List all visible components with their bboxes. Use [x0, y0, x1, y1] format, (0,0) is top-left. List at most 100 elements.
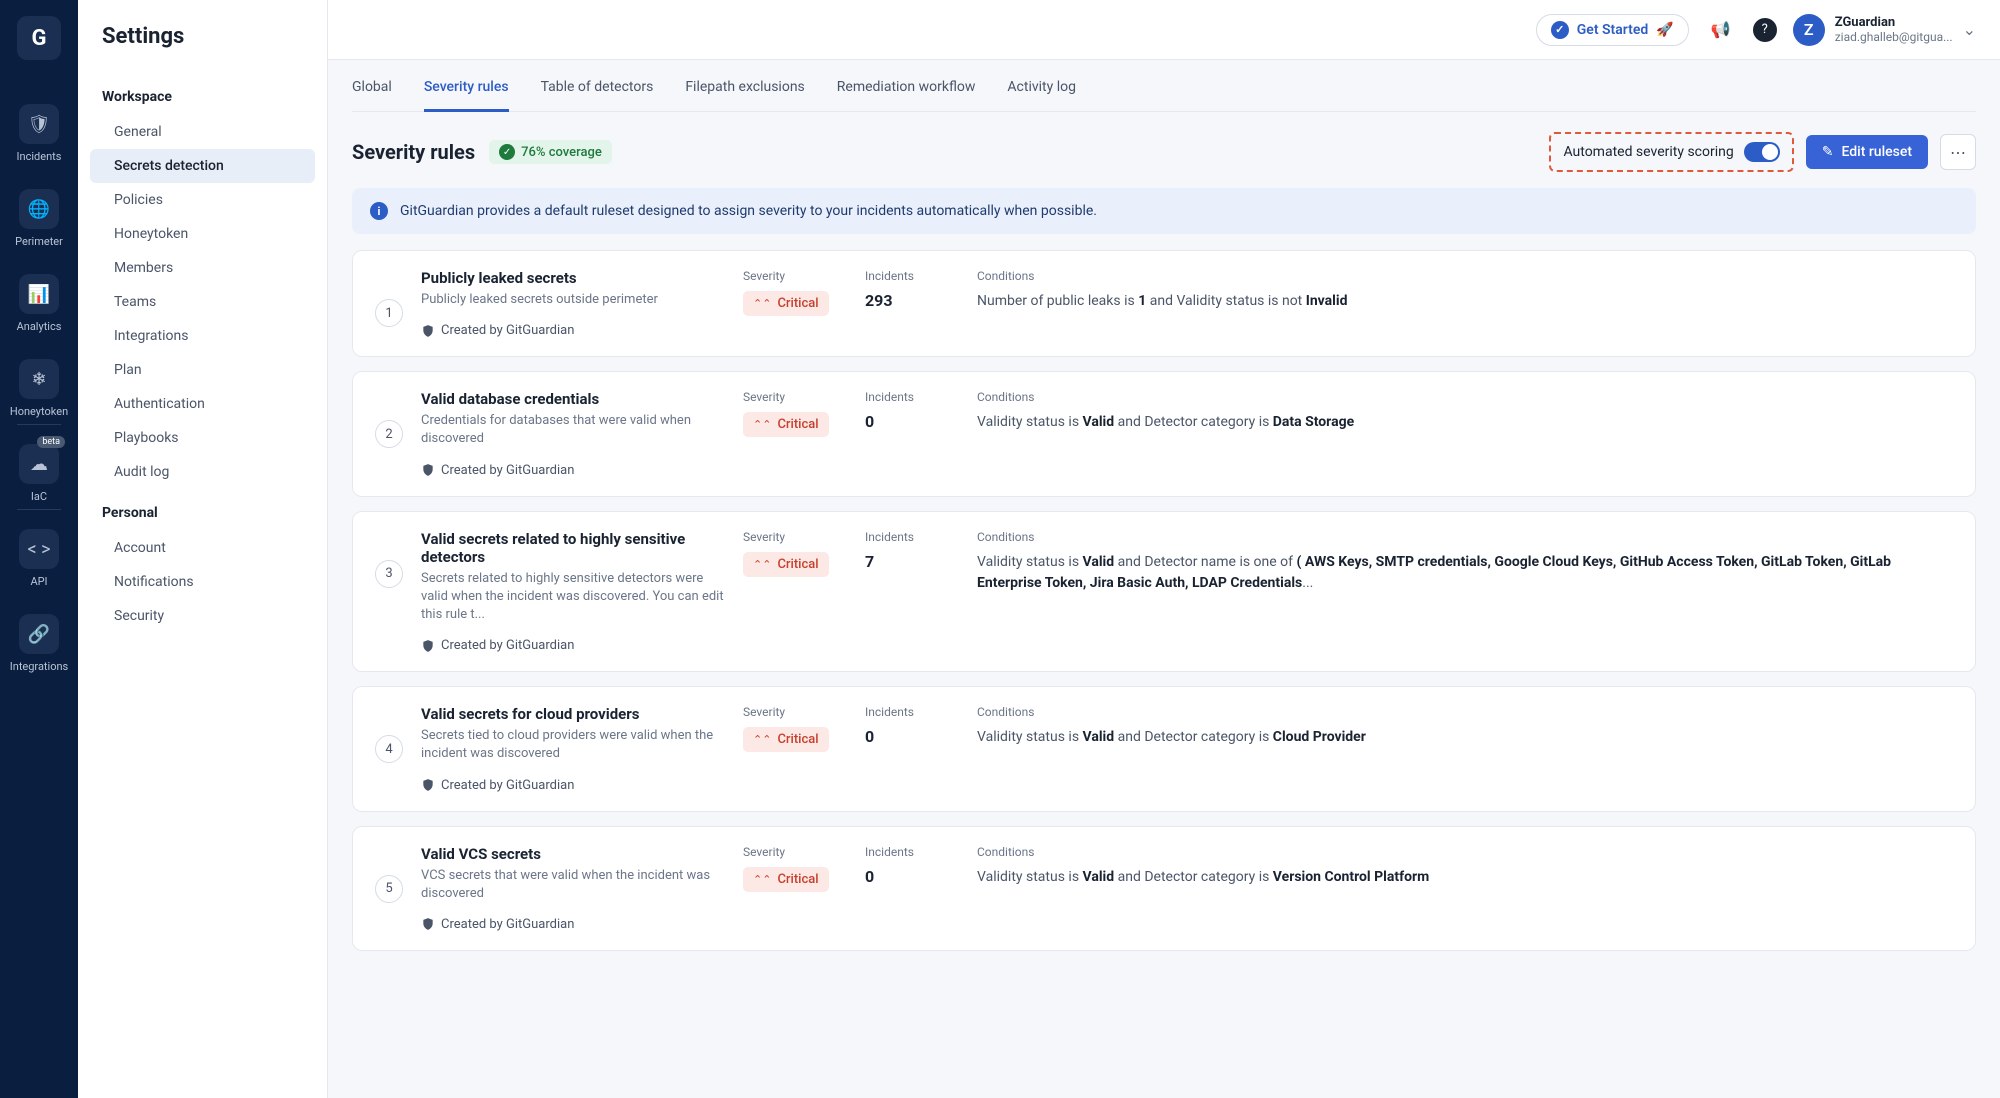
severity-label: Severity — [743, 705, 853, 719]
severity-label: Severity — [743, 530, 853, 544]
rule-card[interactable]: 1 Publicly leaked secrets Publicly leake… — [352, 250, 1976, 357]
user-menu[interactable]: Z ZGuardian ziad.ghalleb@gitgua... ⌄ — [1793, 14, 1976, 46]
rule-title: Valid database credentials — [421, 390, 731, 408]
conditions-text: Validity status is Valid and Detector na… — [977, 552, 1953, 594]
critical-icon: ⌃⌃ — [753, 297, 771, 310]
nav-analytics[interactable]: 📊Analytics — [7, 262, 71, 343]
auto-scoring-toggle[interactable] — [1744, 142, 1780, 162]
menu-audit-log[interactable]: Audit log — [90, 455, 315, 489]
rule-title: Publicly leaked secrets — [421, 269, 731, 287]
conditions-label: Conditions — [977, 390, 1953, 404]
rule-number: 4 — [375, 735, 403, 763]
megaphone-icon[interactable]: 📢 — [1705, 14, 1737, 46]
main-content: Global Severity rules Table of detectors Fi… — [328, 60, 2000, 1005]
more-actions-button[interactable]: ⋯ — [1940, 134, 1976, 170]
incidents-count: 293 — [865, 291, 965, 310]
nav-honeytoken[interactable]: ❄Honeytoken — [7, 347, 71, 428]
incidents-count: 0 — [865, 867, 965, 886]
rule-card[interactable]: 2 Valid database credentials Credentials… — [352, 371, 1976, 496]
tab-remediation-workflow[interactable]: Remediation workflow — [837, 79, 976, 112]
conditions-label: Conditions — [977, 705, 1953, 719]
rule-title: Valid VCS secrets — [421, 845, 731, 863]
edit-ruleset-button[interactable]: ✎ Edit ruleset — [1806, 135, 1928, 169]
page-header: Severity rules ✓ 76% coverage Automated … — [352, 112, 1976, 188]
icon-sidebar: G 🛡 Incidents 🌐Perimeter📊Analytics❄Honeyto… — [0, 0, 78, 1098]
menu-policies[interactable]: Policies — [90, 183, 315, 217]
rocket-icon: 🚀 — [1656, 22, 1673, 38]
pencil-icon: ✎ — [1822, 144, 1834, 160]
incidents-count: 7 — [865, 552, 965, 571]
rule-description: Secrets tied to cloud providers were val… — [421, 727, 731, 763]
incidents-count: 0 — [865, 412, 965, 431]
menu-general[interactable]: General — [90, 115, 315, 149]
incidents-label: Incidents — [865, 390, 965, 404]
rule-number: 1 — [375, 299, 403, 327]
menu-notifications[interactable]: Notifications — [90, 565, 315, 599]
personal-label: Personal — [78, 489, 327, 531]
chevron-down-icon: ⌄ — [1963, 20, 1976, 39]
critical-icon: ⌃⌃ — [753, 873, 771, 886]
link-icon: 🔗 — [19, 614, 59, 654]
auto-scoring-label: Automated severity scoring — [1563, 144, 1733, 160]
created-by: Created by GitGuardian — [421, 917, 731, 932]
menu-members[interactable]: Members — [90, 251, 315, 285]
nav-api[interactable]: < > API — [7, 517, 71, 598]
rule-number: 3 — [375, 560, 403, 588]
shield-icon — [421, 778, 435, 792]
conditions-label: Conditions — [977, 530, 1953, 544]
menu-secrets-detection[interactable]: Secrets detection — [90, 149, 315, 183]
shield-icon — [421, 324, 435, 338]
menu-authentication[interactable]: Authentication — [90, 387, 315, 421]
check-icon: ✓ — [499, 144, 515, 160]
menu-integrations[interactable]: Integrations — [90, 319, 315, 353]
menu-security[interactable]: Security — [90, 599, 315, 633]
cloud-icon: ☁ — [19, 444, 59, 484]
conditions-text: Validity status is Valid and Detector ca… — [977, 727, 1953, 748]
help-icon[interactable]: ? — [1753, 18, 1777, 42]
rule-description: Publicly leaked secrets outside perimete… — [421, 291, 731, 309]
shield-icon: 🛡 — [19, 104, 59, 144]
app-logo[interactable]: G — [17, 16, 61, 60]
tab-filepath-exclusions[interactable]: Filepath exclusions — [685, 79, 804, 112]
workspace-label: Workspace — [78, 73, 327, 115]
info-icon: i — [370, 202, 388, 220]
tab-activity-log[interactable]: Activity log — [1007, 79, 1076, 112]
check-icon: ✓ — [1551, 21, 1569, 39]
conditions-label: Conditions — [977, 845, 1953, 859]
menu-teams[interactable]: Teams — [90, 285, 315, 319]
created-by: Created by GitGuardian — [421, 323, 731, 338]
edit-ruleset-label: Edit ruleset — [1841, 144, 1912, 160]
menu-plan[interactable]: Plan — [90, 353, 315, 387]
menu-honeytoken[interactable]: Honeytoken — [90, 217, 315, 251]
menu-account[interactable]: Account — [90, 531, 315, 565]
auto-severity-scoring: Automated severity scoring — [1549, 132, 1793, 172]
menu-playbooks[interactable]: Playbooks — [90, 421, 315, 455]
nav-label: Incidents — [17, 150, 62, 163]
rule-description: VCS secrets that were valid when the inc… — [421, 867, 731, 903]
beta-badge: beta — [37, 436, 65, 448]
critical-icon: ⌃⌃ — [753, 558, 771, 571]
tab-global[interactable]: Global — [352, 79, 392, 112]
code-icon: < > — [19, 529, 59, 569]
nav-label: API — [30, 575, 47, 588]
info-text: GitGuardian provides a default ruleset d… — [400, 203, 1097, 219]
user-email: ziad.ghalleb@gitgua... — [1835, 30, 1953, 44]
rule-card[interactable]: 3 Valid secrets related to highly sensit… — [352, 511, 1976, 673]
rule-card[interactable]: 5 Valid VCS secrets VCS secrets that wer… — [352, 826, 1976, 951]
nav-iac[interactable]: beta☁IaC — [7, 432, 71, 513]
nav-perimeter[interactable]: 🌐Perimeter — [7, 177, 71, 258]
severity-label: Severity — [743, 845, 853, 859]
rule-description: Credentials for databases that were vali… — [421, 412, 731, 448]
nav-integrations[interactable]: 🔗Integrations — [7, 602, 71, 683]
nav-incidents[interactable]: 🛡 Incidents — [7, 92, 71, 173]
get-started-button[interactable]: ✓ Get Started 🚀 — [1536, 14, 1689, 46]
rule-card[interactable]: 4 Valid secrets for cloud providers Secr… — [352, 686, 1976, 811]
coverage-badge: ✓ 76% coverage — [489, 140, 612, 164]
severity-badge: ⌃⌃Critical — [743, 727, 829, 752]
tab-table-of-detectors[interactable]: Table of detectors — [541, 79, 654, 112]
tab-severity-rules[interactable]: Severity rules — [424, 79, 509, 112]
coverage-text: 76% coverage — [521, 145, 602, 160]
incidents-label: Incidents — [865, 705, 965, 719]
created-by: Created by GitGuardian — [421, 463, 731, 478]
rule-number: 2 — [375, 420, 403, 448]
